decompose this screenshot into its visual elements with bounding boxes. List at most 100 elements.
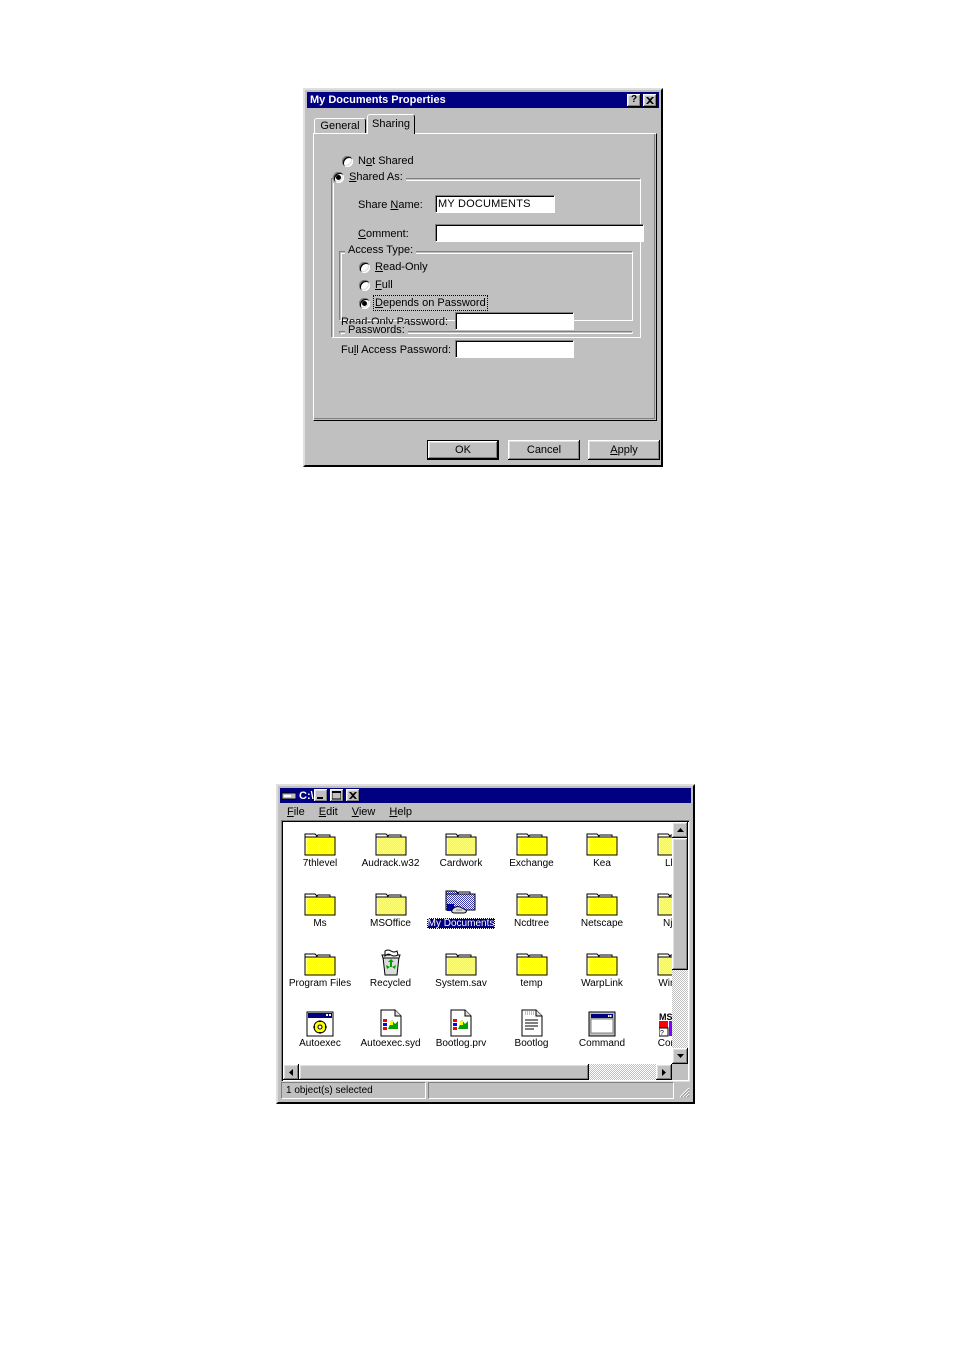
file-item[interactable]: Autoexec <box>285 1005 355 1049</box>
file-item[interactable]: Program Files <box>285 945 355 989</box>
file-item-label: Ms <box>313 918 327 929</box>
scroll-up-button[interactable] <box>672 822 688 838</box>
file-item[interactable]: Recycled <box>356 945 426 989</box>
share-name-input[interactable]: MY DOCUMENTS <box>435 195 555 213</box>
file-item[interactable]: Kea <box>567 825 637 869</box>
radio-shared-as-dot <box>333 171 344 183</box>
share-name-value: MY DOCUMENTS <box>438 197 531 210</box>
comment-input[interactable] <box>435 224 644 242</box>
folder-icon <box>304 893 336 916</box>
file-item[interactable]: Command <box>567 1005 637 1049</box>
share-name-label: Share Name: <box>358 199 423 211</box>
file-item[interactable]: temp <box>497 945 567 989</box>
close-button[interactable] <box>345 789 360 802</box>
tab-general[interactable]: General <box>314 118 366 134</box>
minimize-button[interactable] <box>313 789 328 802</box>
question-mark-icon: ? <box>630 94 638 105</box>
file-item[interactable]: MS ? Comm <box>638 1005 673 1049</box>
help-button[interactable]: ? <box>627 93 641 107</box>
radio-depends-on-password[interactable]: Depends on Password <box>359 295 488 311</box>
file-item-icon <box>638 945 673 977</box>
file-item-icon <box>638 885 673 917</box>
scroll-left-button[interactable] <box>283 1064 299 1080</box>
screenshot-page: My Documents Properties ? General Sharin… <box>0 0 954 1351</box>
radio-depends-on-password-label: Depends on Password <box>373 295 488 311</box>
file-item[interactable]: Audrack.w32 <box>356 825 426 869</box>
file-item-label: 7thlevel <box>302 858 338 869</box>
full-access-password-input[interactable] <box>455 340 574 358</box>
shared-folder-icon <box>445 890 476 914</box>
menu-edit[interactable]: Edit <box>312 806 345 818</box>
apply-button[interactable]: Apply <box>588 440 660 460</box>
file-item-icon <box>497 945 567 977</box>
tab-sharing[interactable]: Sharing <box>367 114 415 134</box>
radio-shared-as[interactable]: Shared As: <box>333 171 406 183</box>
file-item[interactable]: 7thlevel <box>285 825 355 869</box>
vertical-scrollbar[interactable] <box>672 822 688 1064</box>
file-item-icon <box>285 885 355 917</box>
menu-view[interactable]: View <box>345 806 383 818</box>
file-item-label: Bootlog <box>514 1038 549 1049</box>
tab-panel-sharing: Not Shared Shared As: Share Name: MY DOC… <box>313 133 657 421</box>
tab-strip: General Sharing <box>313 114 657 134</box>
vertical-scrollbar-thumb[interactable] <box>672 838 688 970</box>
file-item[interactable]: Llw <box>638 825 673 869</box>
file-item[interactable]: Bootlog <box>497 1005 567 1049</box>
file-item[interactable]: WarpLink <box>567 945 637 989</box>
chevron-up-icon <box>676 828 684 832</box>
menu-file[interactable]: File <box>280 806 312 818</box>
radio-not-shared[interactable]: Not Shared <box>342 155 414 167</box>
file-item[interactable]: Autoexec.syd <box>356 1005 426 1049</box>
radio-not-shared-dot <box>342 155 353 167</box>
explorer-title: C:\ <box>299 789 314 802</box>
file-item[interactable]: My Documents <box>426 885 496 929</box>
folder-icon <box>304 953 336 976</box>
comment-label: Comment: <box>358 228 409 240</box>
ms-program-icon: MS ? <box>658 1012 673 1037</box>
explorer-titlebar[interactable]: C:\ <box>280 788 691 803</box>
file-item-label: Netscape <box>580 918 624 929</box>
full-access-password-label: Full Access Password: <box>341 344 452 356</box>
resize-grip-icon[interactable] <box>676 1084 690 1098</box>
radio-depends-on-password-dot <box>359 297 370 309</box>
passwords-group-label: Passwords: <box>345 324 408 336</box>
file-item[interactable]: Ms <box>285 885 355 929</box>
explorer-window: C:\ File Edit View Help 7thlevel Audrack… <box>276 784 695 1104</box>
file-item[interactable]: Ncdtree <box>497 885 567 929</box>
folder-icon <box>516 893 547 916</box>
file-item[interactable]: Netscape <box>567 885 637 929</box>
menu-help[interactable]: Help <box>382 806 419 818</box>
ok-button[interactable]: OK <box>427 440 499 460</box>
file-item[interactable]: MSOffice <box>356 885 426 929</box>
access-type-group-label: Access Type: <box>345 244 417 256</box>
file-item[interactable]: Exchange <box>497 825 567 869</box>
file-item[interactable]: Njwi <box>638 885 673 929</box>
explorer-file-list[interactable]: 7thlevel Audrack.w32 Cardwork Exchange K… <box>281 820 690 1082</box>
file-item-icon <box>356 825 426 857</box>
folder-icon <box>375 893 406 916</box>
folder-icon <box>445 953 477 976</box>
file-item[interactable]: Bootlog.prv <box>426 1005 496 1049</box>
file-item-label: Audrack.w32 <box>361 858 420 869</box>
maximize-button[interactable] <box>329 789 344 802</box>
file-item-icon <box>356 1005 426 1037</box>
file-item[interactable]: System.sav <box>426 945 496 989</box>
cancel-button[interactable]: Cancel <box>508 440 580 460</box>
read-only-password-input[interactable] <box>455 312 574 330</box>
radio-read-only-dot <box>359 261 370 273</box>
file-item[interactable]: Windo <box>638 945 673 989</box>
file-item-label: Exchange <box>509 858 554 869</box>
close-button[interactable] <box>643 93 657 107</box>
scroll-down-button[interactable] <box>672 1048 688 1064</box>
close-icon <box>348 792 357 799</box>
file-item-label: Windo <box>658 978 673 989</box>
file-item-label: MSOffice <box>370 918 411 929</box>
radio-read-only[interactable]: Read-Only <box>359 261 428 273</box>
dialog-titlebar[interactable]: My Documents Properties ? <box>307 92 659 108</box>
horizontal-scrollbar-thumb[interactable] <box>299 1064 589 1080</box>
file-item[interactable]: Cardwork <box>426 825 496 869</box>
radio-full[interactable]: Full <box>359 279 393 291</box>
radio-full-label: Full <box>375 279 393 291</box>
scroll-right-button[interactable] <box>656 1064 672 1080</box>
horizontal-scrollbar[interactable] <box>283 1064 672 1080</box>
